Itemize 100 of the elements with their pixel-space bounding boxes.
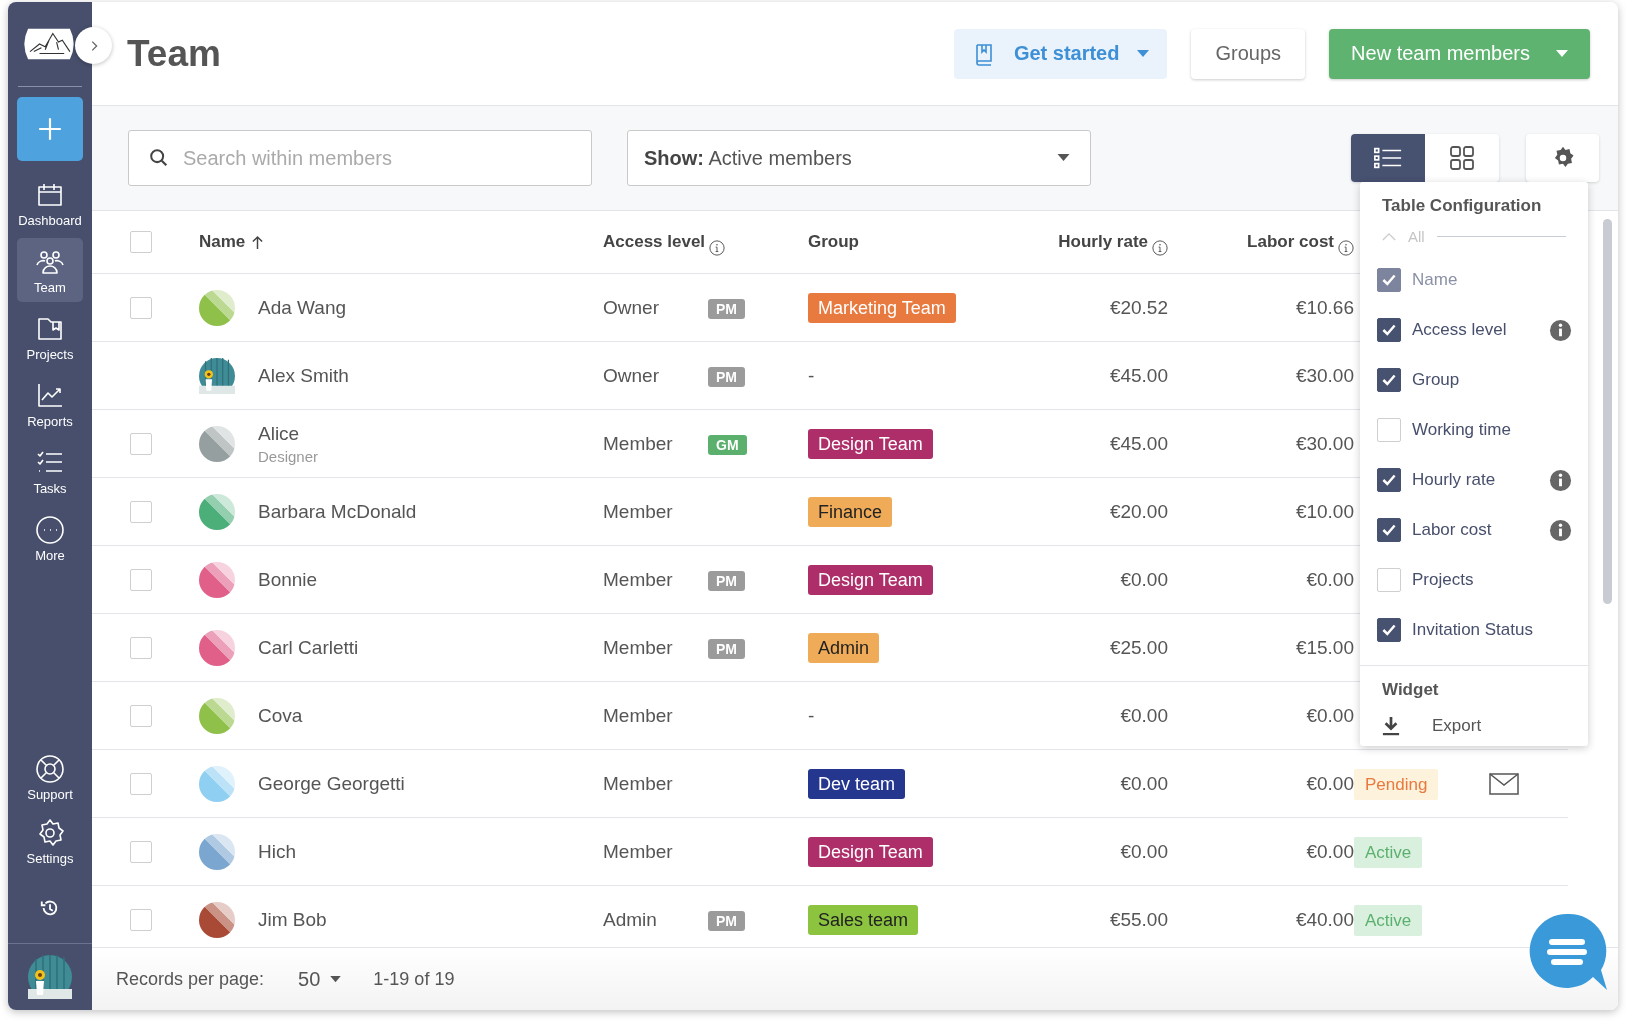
column-header[interactable]: Name	[199, 232, 265, 252]
member-role: Designer	[258, 447, 320, 465]
checkbox[interactable]	[1377, 318, 1401, 342]
all-label: All	[1408, 228, 1425, 245]
access-level: Member	[603, 500, 673, 522]
column-header[interactable]: Group	[808, 232, 859, 252]
envelope-icon[interactable]	[1489, 772, 1519, 795]
group-tag: Design Team	[808, 564, 933, 595]
row-checkbox[interactable]	[130, 296, 152, 319]
labor-cost: €10.66	[1295, 296, 1354, 318]
info-icon[interactable]	[1152, 240, 1168, 256]
group-tag: Design Team	[808, 836, 933, 867]
page-title: Team	[127, 32, 221, 75]
header-button[interactable]: Groups	[1191, 28, 1306, 79]
checkbox[interactable]	[1377, 618, 1401, 642]
access-level: Member	[603, 704, 673, 726]
access-level: Member	[603, 840, 673, 862]
nav-item[interactable]: More	[17, 506, 83, 570]
column-header[interactable]: Labor cost	[1247, 228, 1354, 256]
group-empty: -	[808, 704, 815, 726]
view-toggle[interactable]	[1425, 134, 1499, 182]
column-option[interactable]: Group	[1412, 370, 1572, 390]
checkbox[interactable]	[1377, 368, 1401, 392]
row-checkbox[interactable]	[130, 908, 152, 931]
column-header[interactable]: Hourly rate	[1058, 228, 1168, 256]
invitation-status: Active	[1354, 836, 1423, 868]
member-name[interactable]: Jim Bob	[258, 908, 603, 931]
row-checkbox[interactable]	[130, 840, 152, 863]
sort-arrow-icon[interactable]	[251, 234, 265, 250]
member-name[interactable]: Carl Carletti	[258, 636, 603, 659]
role-badge: PM	[708, 638, 745, 659]
nav-item[interactable]: Dashboard	[17, 171, 83, 235]
view-toggle[interactable]	[1351, 134, 1425, 182]
labor-cost: €15.00	[1295, 636, 1354, 658]
column-option[interactable]: Invitation Status	[1412, 620, 1572, 640]
column-option[interactable]: Working time	[1412, 420, 1572, 440]
info-icon[interactable]	[1549, 468, 1572, 492]
member-name[interactable]: George Georgetti	[258, 772, 603, 795]
nav-item[interactable]: Projects	[17, 305, 83, 369]
role-badge: GM	[708, 434, 747, 455]
labor-cost: €30.00	[1295, 364, 1354, 386]
nav-item[interactable]: Tasks	[17, 439, 83, 503]
hourly-rate: €45.00	[1109, 364, 1168, 386]
column-header[interactable]: Access level	[603, 228, 726, 256]
member-name[interactable]: Ada Wang	[258, 296, 603, 319]
info-icon[interactable]	[1338, 240, 1354, 256]
row-checkbox[interactable]	[130, 500, 152, 523]
column-option[interactable]: Access level	[1412, 320, 1549, 340]
member-name[interactable]: Barbara McDonald	[258, 500, 603, 523]
info-icon[interactable]	[1549, 318, 1572, 342]
hourly-rate: €20.00	[1109, 500, 1168, 522]
filter-dropdown[interactable]: Show: Active members	[627, 130, 1091, 186]
labor-cost: €0.00	[1306, 704, 1354, 726]
row-checkbox[interactable]	[130, 432, 152, 455]
row-checkbox[interactable]	[130, 772, 152, 795]
labor-cost: €0.00	[1306, 840, 1354, 862]
hourly-rate: €0.00	[1120, 840, 1168, 862]
records-label: Records per page:	[116, 968, 265, 990]
info-icon[interactable]	[709, 240, 726, 256]
plus-icon	[37, 116, 63, 142]
access-level: Owner	[603, 364, 659, 386]
export-item[interactable]: Export	[1360, 704, 1588, 738]
list-icon	[1373, 146, 1403, 170]
group-tag: Dev team	[808, 768, 906, 799]
member-name[interactable]: Cova	[258, 704, 603, 727]
column-option[interactable]: Hourly rate	[1412, 470, 1549, 490]
role-badge: PM	[708, 366, 745, 387]
hourly-rate: €25.00	[1109, 636, 1168, 658]
group-tag: Finance	[808, 496, 893, 527]
access-level: Member	[603, 636, 673, 658]
access-level: Member	[603, 432, 673, 454]
member-name[interactable]: Bonnie	[258, 568, 603, 591]
nav-item[interactable]: Team	[17, 238, 83, 302]
access-level: Member	[603, 568, 673, 590]
member-name[interactable]: Alice	[258, 422, 603, 445]
row-checkbox[interactable]	[130, 704, 152, 727]
row-checkbox[interactable]	[130, 568, 152, 591]
checkbox[interactable]	[1377, 518, 1401, 542]
settings-button[interactable]	[1526, 134, 1599, 182]
nav-item[interactable]: Reports	[17, 372, 83, 436]
per-page-select[interactable]: 50	[298, 967, 342, 991]
checkbox[interactable]	[1377, 468, 1401, 492]
download-icon	[1382, 716, 1400, 736]
search-icon	[148, 147, 170, 169]
member-name[interactable]: Hich	[258, 840, 603, 863]
select-all-checkbox[interactable]	[130, 231, 152, 253]
labor-cost: €30.00	[1295, 432, 1354, 454]
caret-icon	[1057, 154, 1070, 162]
row-checkbox[interactable]	[130, 636, 152, 659]
nav-item[interactable]: Support	[17, 745, 83, 809]
access-level: Member	[603, 772, 673, 794]
group-tag: Marketing Team	[808, 292, 956, 323]
column-option[interactable]: Projects	[1412, 570, 1572, 590]
search-field[interactable]: Search within members	[128, 130, 592, 186]
nav-item[interactable]: Settings	[17, 809, 83, 873]
column-option[interactable]: Labor cost	[1412, 520, 1549, 540]
member-name[interactable]: Alex Smith	[258, 364, 603, 387]
info-icon[interactable]	[1549, 518, 1572, 542]
scrollbar[interactable]	[1603, 219, 1612, 604]
hourly-rate: €20.52	[1109, 296, 1168, 318]
